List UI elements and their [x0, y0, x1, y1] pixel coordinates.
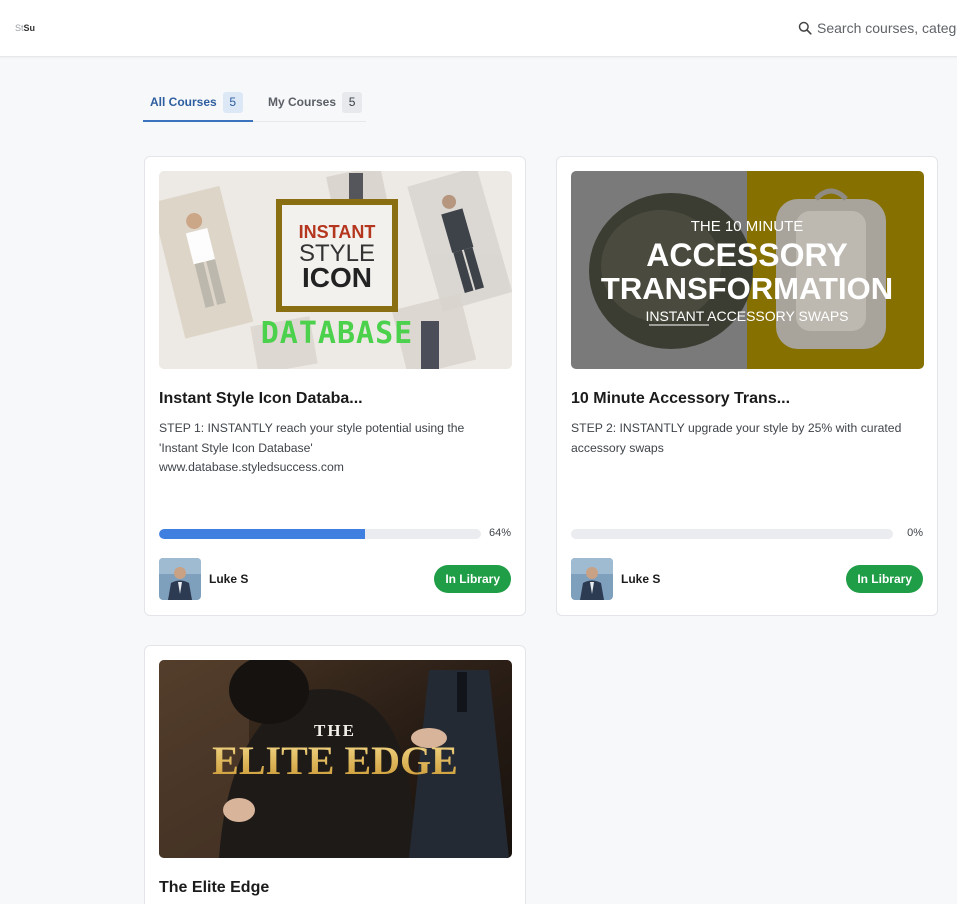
tab-my-courses[interactable]: My Courses 5 — [261, 88, 369, 122]
progress-bar — [571, 529, 893, 539]
course-thumbnail-art: THE 10 MINUTE ACCESSORY TRANSFORMATION I… — [571, 171, 924, 369]
search-icon — [798, 21, 812, 35]
course-thumbnail[interactable]: THE ELITE EDGE — [159, 660, 512, 858]
in-library-badge[interactable]: In Library — [846, 565, 923, 593]
course-description: STEP 1: INSTANTLY reach your style poten… — [159, 421, 465, 474]
tab-label: All Courses — [150, 95, 217, 109]
avatar — [159, 558, 201, 600]
author-name: Luke S — [621, 572, 661, 586]
course-card[interactable]: THE 10 MINUTE ACCESSORY TRANSFORMATION I… — [556, 156, 938, 616]
course-thumbnail[interactable]: THE 10 MINUTE ACCESSORY TRANSFORMATION I… — [571, 171, 924, 369]
thumb-text-4: INSTANT ACCESSORY SWAPS — [645, 308, 848, 324]
author-name: Luke S — [209, 572, 249, 586]
thumb-text-3: TRANSFORMATION — [601, 271, 893, 306]
thumb-text-2: ELITE EDGE — [212, 738, 458, 783]
course-thumbnail-art: INSTANT STYLE ICON DATABASE — [159, 171, 512, 369]
tab-label: My Courses — [268, 95, 337, 109]
logo-text-1: St — [15, 23, 24, 33]
course-thumbnail-art: THE ELITE EDGE — [159, 660, 512, 858]
progress-bar — [159, 529, 481, 539]
course-thumbnail[interactable]: INSTANT STYLE ICON DATABASE — [159, 171, 512, 369]
course-card[interactable]: INSTANT STYLE ICON DATABASE Instant Styl… — [144, 156, 526, 616]
thumb-text-1: INSTANT — [299, 222, 376, 242]
tab-count-badge: 5 — [342, 92, 363, 113]
progress-percent: 0% — [907, 527, 923, 539]
course-card[interactable]: THE ELITE EDGE The Elite Edge — [144, 645, 526, 904]
course-title[interactable]: The Elite Edge — [159, 879, 269, 897]
course-description: STEP 2: INSTANTLY upgrade your style by … — [571, 421, 902, 455]
top-bar: StSu — [0, 0, 957, 57]
logo-text-2: Su — [23, 23, 36, 33]
in-library-badge[interactable]: In Library — [434, 565, 511, 593]
progress-fill — [159, 529, 366, 539]
logo[interactable]: StSu — [15, 23, 35, 33]
course-tabs: All Courses 5 My Courses 5 — [143, 88, 369, 122]
tab-count-badge: 5 — [222, 92, 243, 113]
thumb-text-2: ACCESSORY — [646, 237, 848, 273]
avatar — [571, 558, 613, 600]
search-input[interactable] — [817, 20, 957, 36]
course-title[interactable]: Instant Style Icon Databa... — [159, 390, 363, 408]
search-bar — [798, 18, 957, 38]
thumb-text-3: ICON — [302, 262, 372, 293]
progress-percent: 64% — [488, 527, 511, 539]
thumb-text-4: DATABASE — [261, 316, 414, 351]
thumb-text-1: THE 10 MINUTE — [691, 218, 804, 235]
course-author: Luke S — [159, 558, 248, 600]
course-author: Luke S — [571, 558, 660, 600]
tab-all-courses[interactable]: All Courses 5 — [143, 88, 253, 122]
course-title[interactable]: 10 Minute Accessory Trans... — [571, 390, 790, 408]
